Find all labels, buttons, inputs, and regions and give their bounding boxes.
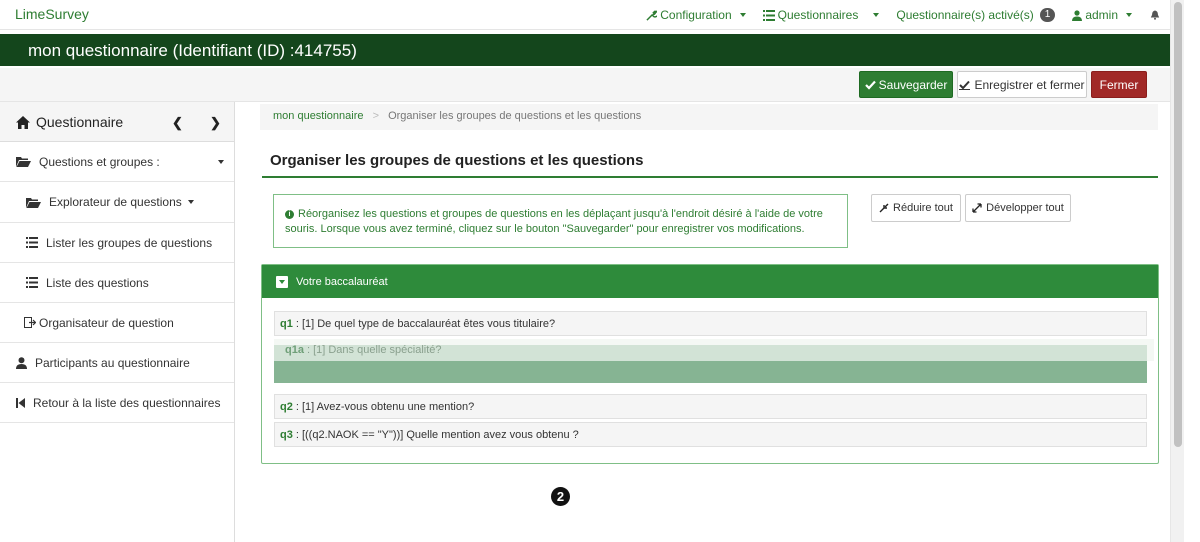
question-text: : [((q2.NAOK == "Y"))] Quelle mention av… bbox=[295, 428, 579, 441]
close-button[interactable]: Fermer bbox=[1091, 71, 1147, 98]
folder-open-icon bbox=[26, 197, 41, 208]
sidebar-header: Questionnaire ❮ ❯ bbox=[0, 102, 234, 142]
sidebar-item-question-explorer[interactable]: Explorateur de questions bbox=[0, 182, 234, 223]
vertical-scrollbar[interactable] bbox=[1170, 0, 1184, 542]
sidebar-title[interactable]: Questionnaire bbox=[16, 114, 123, 130]
save-and-close-label: Enregistrer et fermer bbox=[974, 77, 1085, 92]
info-alert: i Réorganisez les questions et groupes de… bbox=[273, 194, 848, 248]
configuration-label: Configuration bbox=[660, 8, 732, 22]
sidebar-item-label: Lister les groupes de questions bbox=[46, 235, 213, 250]
collapse-all-button[interactable]: Réduire tout bbox=[871, 194, 961, 222]
top-nav-links: Configuration Questionnaires Questionnai… bbox=[629, 0, 1170, 30]
sidebar-item-list-questions[interactable]: Liste des questions bbox=[0, 263, 234, 303]
info-text-line1: Réorganisez les questions et groupes de … bbox=[298, 208, 823, 220]
question-code: q2 bbox=[280, 400, 293, 413]
step-backward-icon bbox=[16, 397, 25, 408]
title-divider bbox=[262, 176, 1158, 178]
breadcrumb-survey-link[interactable]: mon questionnaire bbox=[273, 110, 364, 122]
chevron-down-icon bbox=[873, 13, 880, 17]
brand-logo[interactable]: LimeSurvey bbox=[15, 6, 89, 22]
sidebar-item-back-to-list[interactable]: Retour à la liste des questionnaires bbox=[0, 383, 234, 423]
sidebar-item-label: Retour à la liste des questionnaires bbox=[33, 395, 221, 410]
question-row[interactable]: q3 : [((q2.NAOK == "Y"))] Quelle mention… bbox=[274, 422, 1147, 447]
folder-open-icon bbox=[16, 157, 31, 167]
breadcrumb: mon questionnaire > Organiser les groupe… bbox=[260, 104, 1158, 130]
save-label: Sauvegarder bbox=[878, 77, 948, 92]
wrench-icon bbox=[646, 9, 658, 21]
top-navbar: LimeSurvey Configuration Questionnaires … bbox=[0, 0, 1170, 30]
survey-title: mon questionnaire (Identifiant (ID) :414… bbox=[28, 41, 357, 60]
question-group-title: Votre baccalauréat bbox=[296, 275, 388, 288]
breadcrumb-current: Organiser les groupes de questions et le… bbox=[388, 110, 642, 122]
configuration-menu[interactable]: Configuration bbox=[646, 8, 746, 22]
list-icon bbox=[26, 277, 38, 288]
user-menu[interactable]: admin bbox=[1072, 8, 1132, 22]
survey-title-bar: mon questionnaire (Identifiant (ID) :414… bbox=[0, 34, 1170, 66]
close-label: Fermer bbox=[1099, 77, 1139, 92]
question-text: : [1] Avez-vous obtenu une mention? bbox=[295, 400, 475, 413]
save-and-close-button[interactable]: Enregistrer et fermer bbox=[957, 71, 1087, 98]
question-row[interactable]: q2 : [1] Avez-vous obtenu une mention? bbox=[274, 394, 1147, 419]
sidebar-item-list-groups[interactable]: Lister les groupes de questions bbox=[0, 223, 234, 263]
question-code: q1 bbox=[280, 317, 293, 330]
expand-icon bbox=[972, 203, 982, 213]
sidebar-item-participants[interactable]: Participants au questionnaire bbox=[0, 343, 234, 383]
chevron-down-icon bbox=[218, 160, 224, 164]
collapse-toggle-icon[interactable] bbox=[276, 275, 288, 288]
chevron-down-icon bbox=[187, 200, 194, 204]
info-icon: i bbox=[285, 209, 294, 219]
question-code: q1a bbox=[285, 344, 304, 356]
chevron-down-icon bbox=[1126, 13, 1132, 17]
expand-all-label: Développer tout bbox=[986, 202, 1064, 214]
action-toolbar: Sauvegarder Enregistrer et fermer Fermer bbox=[0, 68, 1170, 102]
surveys-menu[interactable]: Questionnaires bbox=[762, 8, 880, 22]
question-code: q3 bbox=[280, 428, 293, 441]
list-icon bbox=[26, 237, 38, 248]
active-surveys-link[interactable]: Questionnaire(s) activé(s) 1 bbox=[896, 8, 1056, 22]
sidebar-item-label: Explorateur de questions bbox=[49, 195, 182, 209]
expand-all-button[interactable]: Développer tout bbox=[965, 194, 1071, 222]
question-row[interactable]: q1 : [1] De quel type de baccalauréat êt… bbox=[274, 311, 1147, 336]
sidebar-title-label: Questionnaire bbox=[36, 114, 124, 130]
breadcrumb-separator: > bbox=[372, 110, 380, 122]
chevron-left-icon[interactable]: ❮ bbox=[172, 115, 183, 131]
sidebar-item-questions-groups[interactable]: Questions et groupes : bbox=[0, 142, 234, 182]
active-count-badge: 1 bbox=[1039, 8, 1056, 22]
active-surveys-label: Questionnaire(s) activé(s) bbox=[896, 8, 1034, 22]
sidebar-item-label: Liste des questions bbox=[46, 275, 149, 290]
user-label: admin bbox=[1085, 8, 1118, 22]
surveys-label: Questionnaires bbox=[777, 8, 859, 22]
sidebar-item-label: Organisateur de question bbox=[39, 315, 174, 330]
sidebar-item-question-organizer[interactable]: Organisateur de question bbox=[0, 303, 234, 343]
chevron-right-icon[interactable]: ❯ bbox=[210, 115, 221, 131]
user-icon bbox=[16, 356, 27, 369]
info-text-line2: souris. Lorsque vous avez terminé, cliqu… bbox=[285, 223, 805, 235]
collapse-all-label: Réduire tout bbox=[893, 202, 953, 214]
list-icon bbox=[762, 9, 775, 21]
step-number-marker: 2 bbox=[551, 487, 570, 506]
sidebar-item-label: Participants au questionnaire bbox=[35, 355, 190, 370]
sidebar: Questionnaire ❮ ❯ Questions et groupes :… bbox=[0, 102, 235, 542]
question-group-header[interactable]: Votre baccalauréat bbox=[262, 265, 1158, 298]
home-icon bbox=[16, 115, 30, 129]
question-group-panel: Votre baccalauréat q1 : [1] De quel type… bbox=[261, 264, 1159, 464]
compress-icon bbox=[879, 203, 889, 213]
chevron-down-icon bbox=[739, 13, 746, 17]
bell-icon[interactable] bbox=[1150, 10, 1160, 20]
user-icon bbox=[1072, 9, 1083, 21]
question-text: : [1] De quel type de baccalauréat êtes … bbox=[295, 317, 556, 330]
dragged-question-row[interactable]: q1a : [1] Dans quelle spécialité? bbox=[274, 339, 1154, 361]
question-text: : [1] Dans quelle spécialité? bbox=[306, 344, 442, 356]
save-close-icon bbox=[959, 80, 971, 90]
check-icon bbox=[864, 80, 876, 90]
page-title: Organiser les groupes de questions et le… bbox=[270, 152, 644, 169]
scrollbar-thumb[interactable] bbox=[1174, 2, 1182, 447]
organizer-icon bbox=[24, 317, 36, 328]
sidebar-item-label: Questions et groupes : bbox=[39, 154, 160, 169]
save-button[interactable]: Sauvegarder bbox=[859, 71, 953, 98]
